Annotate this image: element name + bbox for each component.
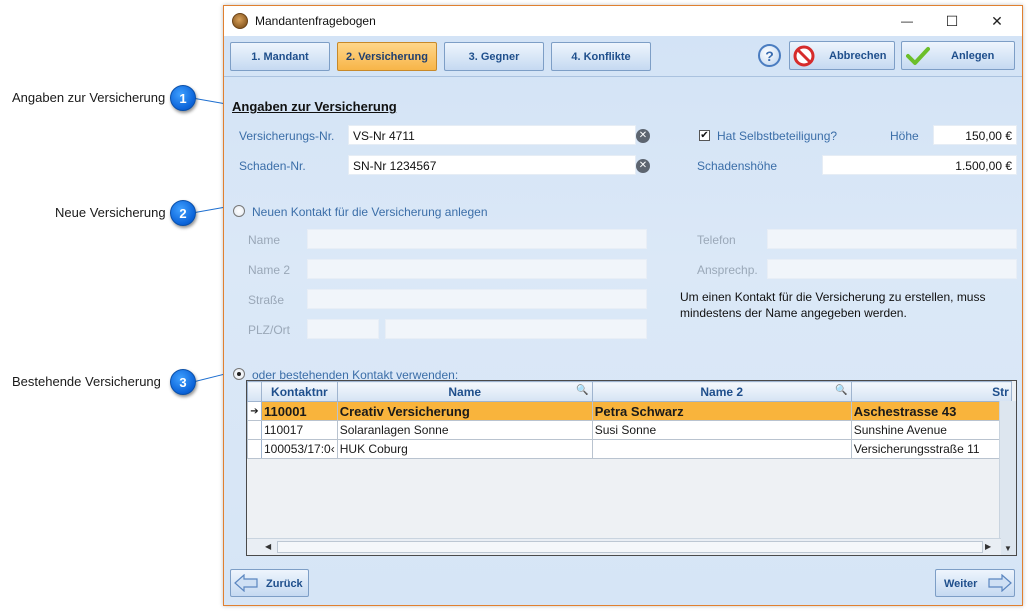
cell-name2[interactable]: Susi Sonne (591, 420, 852, 440)
close-button[interactable]: ✕ (974, 10, 1020, 32)
app-icon (232, 13, 248, 29)
window-title: Mandantenfragebogen (255, 14, 376, 28)
title-bar: Mandantenfragebogen — ☐ ✕ (224, 6, 1022, 36)
callout-label-2: Neue Versicherung (55, 205, 166, 220)
deductible-label: Hat Selbstbeteiligung? (717, 129, 838, 143)
cell-name2[interactable]: Petra Schwarz (591, 401, 852, 421)
maximize-button[interactable]: ☐ (929, 10, 975, 32)
arrow-right-icon (988, 574, 1012, 592)
name2-label: Name 2 (248, 263, 291, 277)
name-input[interactable] (307, 229, 647, 249)
claim-number-label: Schaden-Nr. (239, 159, 306, 173)
create-button-label: Anlegen (951, 50, 995, 62)
callout-label-1: Angaben zur Versicherung (12, 90, 166, 105)
claim-number-input[interactable]: SN-Nr 1234567 (348, 155, 636, 175)
cancel-button-label: Abbrechen (829, 50, 887, 62)
name-label: Name (248, 233, 281, 247)
scroll-left-arrow-icon[interactable]: ◀ (265, 542, 271, 551)
column-header-kontaktnr[interactable]: Kontaktnr (261, 381, 338, 402)
table-row[interactable]: ➔ 110001 Creativ Versicherung Petra Schw… (247, 401, 1012, 421)
key-icon: 🔍 (835, 385, 848, 396)
dialog-body: 1. Mandant 2. Versicherung 3. Gegner 4. … (224, 36, 1022, 605)
cell-name[interactable]: HUK Coburg (336, 439, 593, 459)
table-row[interactable]: 100053/17:0‹ HUK Coburg Versicherungsstr… (247, 439, 1012, 459)
radio-selected-dot (237, 372, 241, 376)
next-button[interactable]: Weiter (935, 569, 1015, 597)
cell-name2[interactable] (591, 439, 852, 459)
new-contact-hint: Um einen Kontakt für die Versicherung zu… (680, 290, 986, 320)
row-indicator-arrow-icon: ➔ (247, 401, 262, 421)
clear-policy-icon[interactable]: ✕ (636, 129, 650, 143)
checkmark-icon (906, 47, 930, 65)
help-icon[interactable]: ? (758, 44, 781, 67)
column-header-name2[interactable]: Name 2 🔍 (591, 381, 852, 402)
cancel-button[interactable]: Abbrechen (789, 41, 895, 70)
cell-kontaktnr[interactable]: 110017 (261, 420, 338, 440)
new-contact-radio[interactable] (233, 205, 245, 217)
column-header-street[interactable]: Str (850, 381, 1012, 402)
city-input[interactable] (385, 319, 647, 339)
phone-label: Telefon (697, 233, 736, 247)
section-title-insurance: Angaben zur Versicherung (232, 99, 397, 114)
damage-amount-input[interactable]: 1.500,00 € (822, 155, 1017, 175)
zip-input[interactable] (307, 319, 379, 339)
scroll-down-arrow-icon[interactable]: ▼ (1004, 544, 1012, 553)
contact-person-input[interactable] (767, 259, 1017, 279)
scroll-thumb[interactable] (277, 541, 983, 553)
deductible-checkbox[interactable]: ✔ (699, 130, 710, 141)
tab-gegner[interactable]: 3. Gegner (444, 42, 544, 71)
cell-street[interactable]: Aschestrasse 43 (850, 401, 1012, 421)
cell-name[interactable]: Solaranlagen Sonne (336, 420, 593, 440)
contacts-grid[interactable]: Kontaktnr Name 🔍 Name 2 🔍 Str ➔ 110001 Cre… (246, 380, 1017, 556)
column-header-name-label: Name (448, 384, 482, 399)
key-icon: 🔍 (576, 385, 589, 396)
cell-kontaktnr[interactable]: 100053/17:0‹ (261, 439, 338, 459)
contacts-table: Kontaktnr Name 🔍 Name 2 🔍 Str ➔ 110001 Cre… (247, 381, 1012, 459)
tab-konflikte[interactable]: 4. Konflikte (551, 42, 651, 71)
callout-label-3: Bestehende Versicherung (12, 374, 161, 389)
clear-claim-icon[interactable]: ✕ (636, 159, 650, 173)
toolbar-separator (224, 76, 1022, 77)
dialog-window: Mandantenfragebogen — ☐ ✕ 1. Mandant 2. … (223, 5, 1023, 606)
table-header-row: Kontaktnr Name 🔍 Name 2 🔍 Str (247, 381, 1012, 402)
table-row[interactable]: 110017 Solaranlagen Sonne Susi Sonne Sun… (247, 420, 1012, 440)
cell-street[interactable]: Versicherungsstraße 11 (850, 439, 1012, 459)
forbidden-icon (793, 45, 815, 67)
zip-city-label: PLZ/Ort (248, 323, 291, 337)
next-button-label: Weiter (944, 578, 978, 590)
minimize-button[interactable]: — (884, 10, 930, 32)
tab-mandant[interactable]: 1. Mandant (230, 42, 330, 71)
callout-badge-2: 2 (170, 200, 196, 226)
row-indicator (247, 439, 262, 459)
horizontal-scrollbar[interactable]: ◀ ▶ (247, 538, 1001, 555)
back-button[interactable]: Zurück (230, 569, 309, 597)
cell-street[interactable]: Sunshine Avenue (850, 420, 1012, 440)
create-button[interactable]: Anlegen (901, 41, 1015, 70)
new-contact-label: Neuen Kontakt für die Versicherung anleg… (252, 205, 488, 219)
street-label: Straße (248, 293, 285, 307)
row-indicator (247, 420, 262, 440)
column-header-name2-label: Name 2 (700, 384, 744, 399)
existing-contact-radio[interactable] (233, 368, 245, 380)
phone-input[interactable] (767, 229, 1017, 249)
arrow-left-icon (234, 574, 258, 592)
policy-number-label: Versicherungs-Nr. (239, 129, 335, 143)
callout-badge-3: 3 (170, 369, 196, 395)
scroll-right-arrow-icon[interactable]: ▶ (985, 542, 991, 551)
column-header-name[interactable]: Name 🔍 (336, 381, 593, 402)
street-input[interactable] (307, 289, 647, 309)
tab-versicherung[interactable]: 2. Versicherung (337, 42, 437, 71)
cell-kontaktnr[interactable]: 110001 (261, 401, 338, 421)
policy-number-input[interactable]: VS-Nr 4711 (348, 125, 636, 145)
header-indicator (247, 381, 262, 402)
contact-person-label: Ansprechp. (697, 263, 758, 277)
deductible-amount-input[interactable]: 150,00 € (933, 125, 1017, 145)
damage-amount-label: Schadenshöhe (697, 159, 778, 173)
callout-badge-1: 1 (170, 85, 196, 111)
amount-label: Höhe (890, 129, 919, 143)
cell-name[interactable]: Creativ Versicherung (336, 401, 593, 421)
name2-input[interactable] (307, 259, 647, 279)
back-button-label: Zurück (266, 578, 303, 590)
vertical-scrollbar[interactable]: ▼ (999, 401, 1016, 555)
